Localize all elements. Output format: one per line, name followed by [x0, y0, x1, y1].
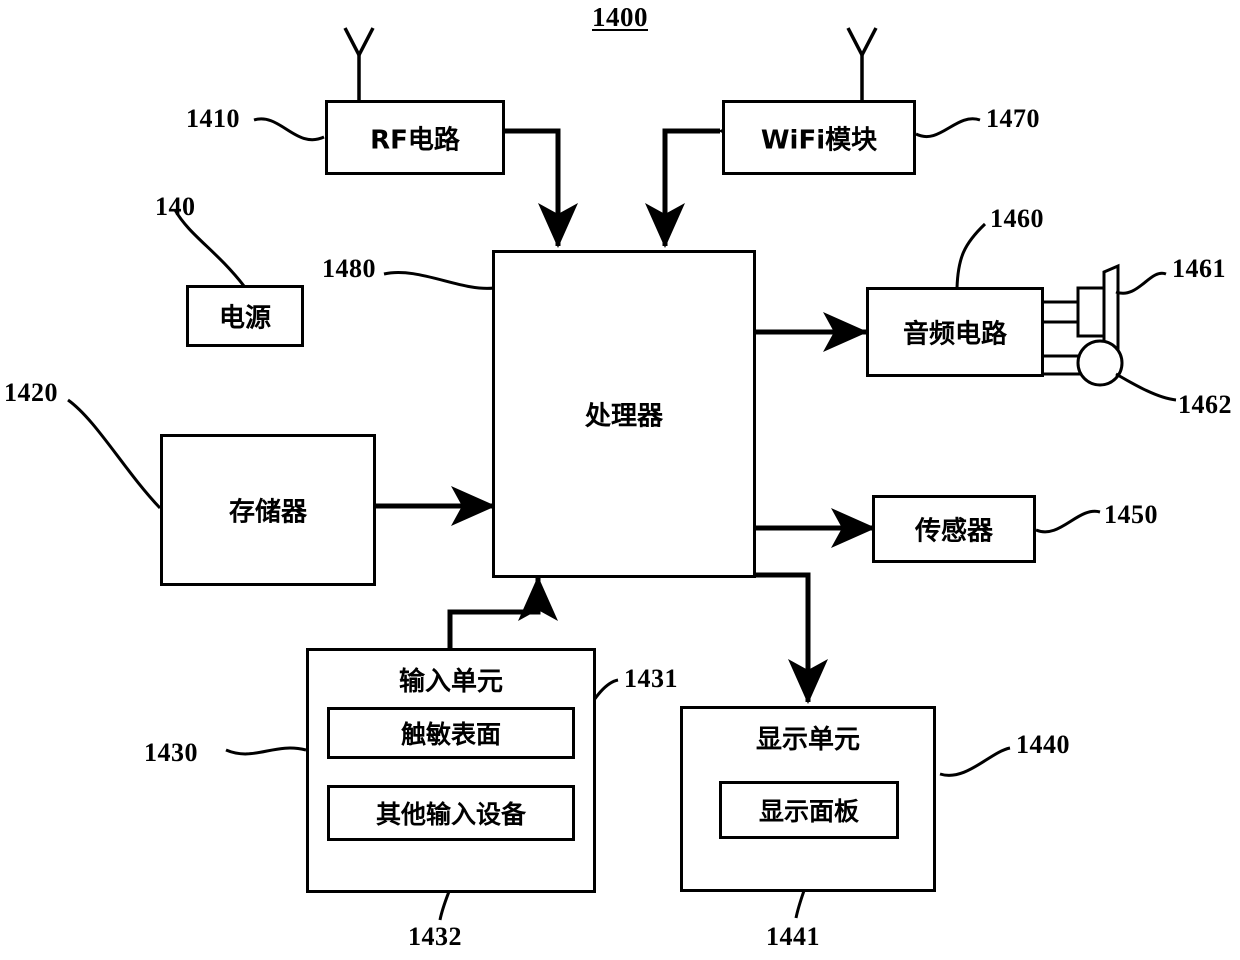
block-wifi-module: WiFi模块	[722, 100, 916, 175]
block-display-unit-label: 显示单元	[755, 725, 860, 755]
block-power-supply-label: 电源	[218, 303, 271, 334]
block-sensor: 传感器	[872, 495, 1036, 563]
block-sensor-label: 传感器	[914, 516, 993, 547]
block-display-panel: 显示面板	[719, 781, 899, 839]
block-other-input-devices: 其他输入设备	[327, 785, 575, 841]
block-display-unit: 显示单元 显示面板	[680, 706, 936, 892]
ref-label-1430: 1430	[144, 738, 198, 767]
patent-figure-1400: 1400 RF电路 WiFi模块 电源 处理器 音频电路 存储器 传感器 输入单…	[0, 0, 1240, 960]
block-processor: 处理器	[492, 250, 756, 578]
ref-label-1460: 1460	[990, 204, 1044, 233]
figure-number: 1400	[592, 2, 648, 32]
ref-label-1462: 1462	[1178, 390, 1232, 419]
ref-label-1441: 1441	[766, 922, 820, 951]
wifi-antenna-icon	[846, 27, 878, 100]
rf-antenna-icon	[343, 27, 375, 100]
ref-label-1480: 1480	[322, 254, 376, 283]
connector-processor-display	[684, 572, 828, 704]
microphone-icon	[1032, 339, 1124, 387]
block-wifi-module-label: WiFi模块	[760, 125, 878, 155]
ref-label-1450: 1450	[1104, 500, 1158, 529]
block-audio-circuit: 音频电路	[866, 287, 1044, 377]
block-processor-label: 处理器	[584, 401, 663, 432]
ref-label-1432: 1432	[408, 922, 462, 951]
ref-label-1431: 1431	[624, 664, 678, 693]
block-rf-circuit-label: RF电路	[370, 125, 460, 155]
block-memory-label: 存储器	[228, 497, 307, 528]
block-input-unit: 输入单元 触敏表面 其他输入设备	[306, 648, 596, 893]
ref-label-1461: 1461	[1172, 254, 1226, 283]
block-input-unit-label: 输入单元	[398, 667, 503, 697]
connector-wifi-processor	[645, 111, 764, 248]
ref-label-140: 140	[155, 192, 196, 221]
block-other-input-devices-label: 其他输入设备	[375, 800, 526, 829]
connector-rf-processor	[461, 111, 578, 248]
ref-label-1470: 1470	[986, 104, 1040, 133]
connector-input-processor	[447, 576, 558, 648]
block-power-supply: 电源	[186, 285, 304, 347]
block-audio-circuit-label: 音频电路	[902, 319, 1007, 350]
block-touch-sensitive-surface-label: 触敏表面	[400, 720, 501, 749]
ref-label-1410: 1410	[186, 104, 240, 133]
ref-label-1420: 1420	[4, 378, 58, 407]
block-rf-circuit: RF电路	[325, 100, 505, 175]
ref-label-1440: 1440	[1016, 730, 1070, 759]
block-touch-sensitive-surface: 触敏表面	[327, 707, 575, 759]
block-display-panel-label: 显示面板	[758, 797, 859, 826]
block-memory: 存储器	[160, 434, 376, 586]
